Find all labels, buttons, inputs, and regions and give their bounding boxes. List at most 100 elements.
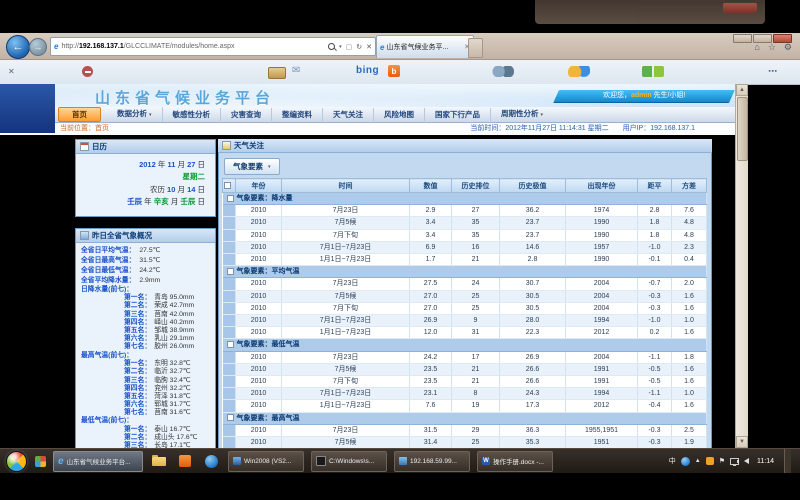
table-row[interactable]: 20107月23日27.52430.72004-0.72.0 [223, 278, 707, 290]
messenger-icon[interactable] [492, 66, 514, 77]
column-header[interactable]: 时间 [282, 179, 410, 193]
scroll-up-icon[interactable]: ▲ [736, 84, 748, 96]
pinned-app-icon[interactable] [35, 456, 46, 467]
table-row[interactable]: 20107月5候3.43523.719901.84.8 [223, 217, 707, 229]
minimize-button[interactable] [733, 34, 752, 43]
row-selector-cell[interactable] [223, 241, 236, 253]
row-selector-cell[interactable] [223, 437, 236, 448]
row-selector-cell[interactable] [223, 290, 236, 302]
row-selector-cell[interactable] [223, 376, 236, 388]
checkbox[interactable] [227, 268, 234, 275]
compat-view-icon[interactable]: ▢ [346, 43, 353, 51]
toolbar-more-icon[interactable]: ⋯ [768, 66, 778, 77]
table-row[interactable]: 20101月1日~7月23日7.61917.32012-0.41.6 [223, 400, 707, 412]
card-icon[interactable] [268, 67, 286, 79]
menu-item-risk-map[interactable]: 风险地图 [374, 108, 425, 121]
table-row[interactable]: 20107月5候31.42535.31951-0.31.9 [223, 437, 707, 448]
element-filter-button[interactable]: 气象要素▾ [224, 158, 280, 175]
menu-item-weather-watch[interactable]: 天气关注 [323, 108, 374, 121]
menu-item-disaster-query[interactable]: 灾害查询 [221, 108, 272, 121]
show-desktop-button[interactable] [784, 449, 791, 473]
checkbox[interactable] [227, 414, 234, 421]
menu-item-sensitivity-analysis[interactable]: 敏感性分析 [163, 108, 222, 121]
table-group-row[interactable]: 气象要素：最低气温 [223, 339, 707, 351]
table-row[interactable]: 20107月下旬3.43523.719901.84.8 [223, 229, 707, 241]
row-selector-cell[interactable] [223, 315, 236, 327]
checkbox[interactable] [227, 341, 234, 348]
new-tab-button[interactable] [468, 38, 483, 58]
table-row[interactable]: 20107月下旬27.02530.52004-0.31.6 [223, 302, 707, 314]
row-selector-cell[interactable] [223, 424, 236, 436]
bing-search-button[interactable]: b [388, 65, 400, 77]
table-row[interactable]: 20107月5候27.02530.52004-0.31.6 [223, 290, 707, 302]
scroll-down-icon[interactable]: ▼ [736, 436, 748, 448]
table-row[interactable]: 20101月1日~7月23日1.7212.81990-0.10.4 [223, 254, 707, 266]
ie-task-button[interactable]: e 山东省气候业务平台... [53, 451, 143, 472]
table-row[interactable]: 20107月下旬23.52126.61991-0.51.6 [223, 376, 707, 388]
table-row[interactable]: 20107月1日~7月23日23.1824.31994-1.11.0 [223, 388, 707, 400]
weather-app-icon[interactable] [568, 66, 590, 77]
table-group-row[interactable]: 气象要素：最高气温 [223, 412, 707, 424]
scrollbar-thumb[interactable] [737, 97, 748, 161]
browser-tab[interactable]: e 山东省气候业务平... ✕ [376, 35, 474, 58]
table-row[interactable]: 20107月23日31.52936.31955,1951-0.32.5 [223, 424, 707, 436]
folder-icon[interactable] [149, 452, 169, 471]
language-indicator[interactable]: 中 [669, 456, 676, 466]
forward-button[interactable]: → [29, 38, 47, 56]
column-header[interactable]: 出现年份 [566, 179, 638, 193]
gear-icon[interactable]: ⚙ [784, 42, 792, 53]
word-task-button[interactable]: W操作手册.docx -... [477, 451, 553, 472]
hidden-icons-caret[interactable]: ▲ [695, 458, 701, 464]
clock[interactable]: 11:14 [757, 458, 774, 465]
favorites-star-icon[interactable]: ☆ [768, 42, 776, 53]
row-selector-cell[interactable] [223, 302, 236, 314]
row-selector-cell[interactable] [223, 254, 236, 266]
cmd-task-button[interactable]: C:\Windows\s... [311, 451, 387, 472]
column-header[interactable]: 历史极值 [500, 179, 566, 193]
row-selector-cell[interactable] [223, 217, 236, 229]
table-row[interactable]: 20107月5候23.52126.61991-0.51.6 [223, 363, 707, 375]
menu-item-compiled-data[interactable]: 整编资料 [272, 108, 323, 121]
back-button[interactable]: ← [6, 35, 30, 59]
bing-logo[interactable]: bing [356, 65, 379, 76]
win2008-task-button[interactable]: Win2008 (VS2... [228, 451, 304, 472]
breadcrumb-location[interactable]: 当前位置：首页 [60, 123, 109, 135]
row-selector-cell[interactable] [223, 229, 236, 241]
start-button[interactable] [6, 451, 27, 472]
table-group-row[interactable]: 气象要素：平均气温 [223, 266, 707, 278]
blue-app-icon[interactable] [201, 452, 221, 471]
row-selector-cell[interactable] [223, 278, 236, 290]
row-selector-cell[interactable] [223, 388, 236, 400]
column-header[interactable]: 数值 [410, 179, 452, 193]
menu-item-periodic-analysis[interactable]: 周期性分析▾ [491, 107, 553, 122]
column-header[interactable]: 年份 [236, 179, 282, 193]
search-dropdown-icon[interactable]: ▾ [339, 44, 342, 50]
table-row[interactable]: 20107月1日~7月23日6.91614.61957-1.02.3 [223, 241, 707, 253]
refresh-icon[interactable]: ↻ [356, 43, 362, 51]
stop-icon[interactable]: ✕ [366, 43, 372, 51]
toolbar-close-icon[interactable]: ✕ [8, 67, 15, 76]
apps-icon[interactable] [642, 66, 664, 77]
page-scrollbar[interactable]: ▲ ▼ [735, 84, 748, 448]
row-selector-cell[interactable] [223, 400, 236, 412]
action-center-flag-icon[interactable]: ⚑ [719, 457, 725, 465]
row-selector-cell[interactable] [223, 351, 236, 363]
menu-item-home[interactable]: 首页 [58, 107, 101, 122]
address-bar[interactable]: e http://192.168.137.1/GLCCLIMATE/module… [50, 37, 376, 56]
remote-task-button[interactable]: 192.168.59.99... [394, 451, 470, 472]
blue-tray-icon[interactable] [681, 457, 690, 466]
volume-icon[interactable] [744, 458, 749, 464]
table-row[interactable]: 20107月1日~7月23日26.9928.01994-1.01.0 [223, 315, 707, 327]
table-row[interactable]: 20107月23日24.21726.92004-1.11.8 [223, 351, 707, 363]
orange-app-icon[interactable] [175, 452, 195, 471]
column-header[interactable]: 距平 [638, 179, 672, 193]
checkbox[interactable] [224, 182, 231, 189]
row-selector-cell[interactable] [223, 327, 236, 339]
mail-icon[interactable]: ✉ [292, 65, 300, 76]
table-group-row[interactable]: 气象要素：降水量 [223, 193, 707, 205]
column-header[interactable]: 历史排位 [452, 179, 500, 193]
orange-tray-icon[interactable] [706, 457, 714, 465]
checkbox[interactable] [227, 195, 234, 202]
home-icon[interactable]: ⌂ [754, 42, 759, 53]
search-icon[interactable] [328, 43, 335, 50]
